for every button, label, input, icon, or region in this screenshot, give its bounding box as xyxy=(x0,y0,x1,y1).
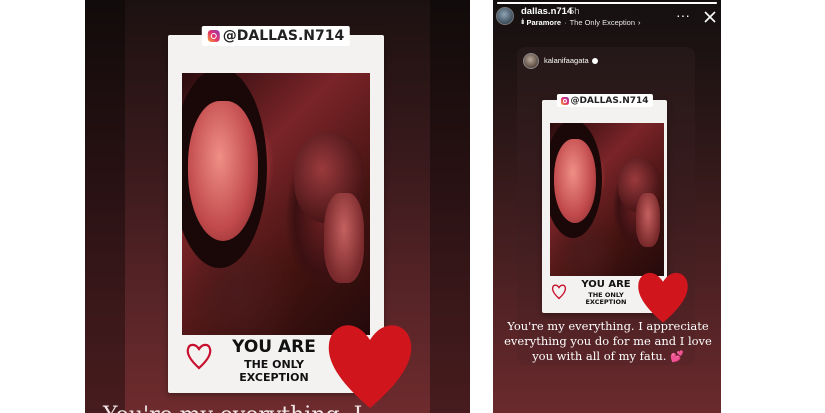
right-shade xyxy=(430,0,470,413)
caption-stack: YOU ARE THE ONLY EXCEPTION xyxy=(224,337,324,385)
face-left xyxy=(188,101,258,241)
instagram-icon xyxy=(560,96,569,105)
shared-caption-stack: YOU ARE THE ONLY EXCEPTION xyxy=(574,279,638,307)
heart-outline-icon xyxy=(186,343,212,370)
avatar[interactable] xyxy=(496,7,514,25)
shared-story-photo xyxy=(550,123,664,276)
caption-line-exception: EXCEPTION xyxy=(239,371,309,385)
shared-handle-tag: @DALLAS.N714 xyxy=(556,94,653,107)
two-hearts-icon: 💕 xyxy=(670,350,684,363)
story-timestamp: 5h xyxy=(569,6,580,17)
story-viewer-panel: dallas.n714 5h ılı Paramore · The Only E… xyxy=(493,0,721,413)
verified-badge-icon xyxy=(591,58,598,65)
hand-shape xyxy=(324,193,364,283)
face-left xyxy=(554,139,596,223)
story-progress-bar xyxy=(497,2,717,4)
story-header: dallas.n714 5h ılı Paramore · The Only E… xyxy=(493,5,721,29)
shared-post-avatar[interactable] xyxy=(523,53,539,69)
close-icon[interactable] xyxy=(703,10,717,24)
instagram-icon xyxy=(207,30,220,42)
caption-line-you-are: YOU ARE xyxy=(232,337,316,357)
hand-shape xyxy=(636,193,660,247)
music-separator: · xyxy=(564,18,567,27)
music-artist: Paramore xyxy=(526,18,562,27)
music-song: The Only Exception xyxy=(569,18,636,27)
shared-caption-line-exception: EXCEPTION xyxy=(585,298,627,307)
music-attribution[interactable]: ılı Paramore · The Only Exception › xyxy=(521,18,641,27)
heart-outline-icon xyxy=(551,284,567,300)
shared-post-username[interactable]: kalanifaagata xyxy=(544,56,598,65)
shared-caption-line-you-are: YOU ARE xyxy=(581,279,631,290)
shared-post-username-text: kalanifaagata xyxy=(544,56,589,65)
handle-tag-text: @DALLAS.N714 xyxy=(222,28,345,44)
story-username[interactable]: dallas.n714 xyxy=(521,6,572,17)
story-photo xyxy=(182,73,370,335)
partial-story-caption: You're my everything. I xyxy=(103,403,362,413)
shared-handle-tag-text: @DALLAS.N714 xyxy=(570,95,649,106)
music-bars-icon: ılı xyxy=(521,19,525,26)
more-options-button[interactable]: ··· xyxy=(676,8,690,22)
caption-line-the-only: THE ONLY xyxy=(244,357,304,371)
story-caption: You're my everything. I appreciate every… xyxy=(503,319,713,364)
left-shade xyxy=(85,0,125,413)
story-progress-fill xyxy=(497,2,717,4)
shared-caption-line-the-only: THE ONLY xyxy=(588,290,624,299)
zoomed-story-panel: @DALLAS.N714 YOU ARE THE ONLY EXCEPTION … xyxy=(85,0,470,413)
heart-sticker-icon xyxy=(638,272,688,323)
chevron-right-icon: › xyxy=(638,18,641,27)
handle-tag: @DALLAS.N714 xyxy=(201,26,351,46)
heart-sticker-icon xyxy=(328,325,412,408)
